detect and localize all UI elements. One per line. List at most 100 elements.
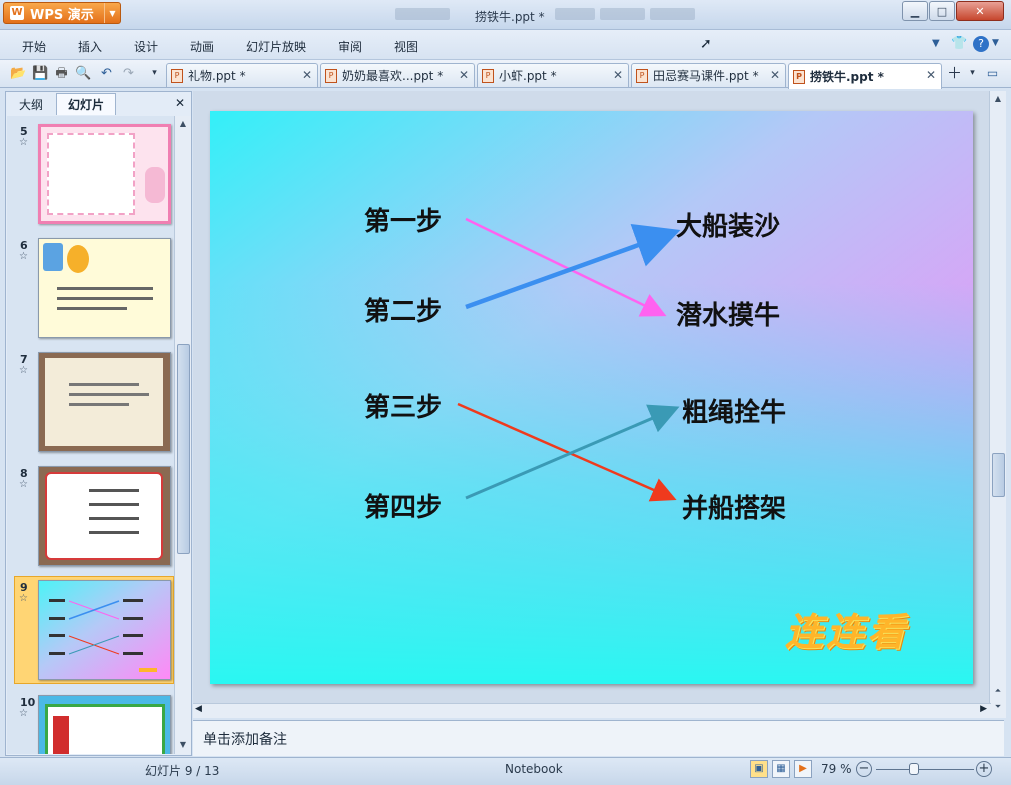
theme-name: Notebook [505, 762, 563, 776]
menu-home[interactable]: 开始 [22, 38, 46, 55]
answer-label-4[interactable]: 并船搭架 [682, 488, 786, 525]
normal-view-icon[interactable]: ▣ [750, 760, 768, 778]
answer-label-3[interactable]: 粗绳拴牛 [682, 392, 786, 429]
blurred-title-fragment [395, 8, 450, 20]
animation-star-icon: ☆ [19, 137, 28, 148]
menu-view[interactable]: 视图 [394, 38, 418, 55]
thumbnail-text-line [69, 383, 139, 386]
answer-label-2[interactable]: 潜水摸牛 [676, 295, 780, 332]
tab-slides[interactable]: 幻灯片 [56, 93, 116, 115]
wps-button-label: WPS 演示 [30, 7, 94, 23]
next-slide-icon[interactable]: ⏷ [990, 699, 1006, 715]
current-slide[interactable]: 第一步 第二步 第三步 第四步 大船装沙 潜水摸牛 粗绳拴牛 并船搭架 连连看 [210, 111, 973, 684]
zoom-slider-track[interactable] [876, 769, 974, 770]
close-button[interactable]: ✕ [956, 1, 1004, 21]
slide-thumbnail-5[interactable] [38, 124, 171, 224]
wps-menu-button[interactable]: W WPS 演示 ▼ [3, 2, 121, 24]
tab-label: 礼物.ppt * [188, 69, 246, 83]
tab-label: 小虾.ppt * [499, 69, 557, 83]
thumbnail-lines [49, 599, 157, 672]
close-icon[interactable]: ✕ [770, 68, 780, 82]
zoom-in-icon[interactable]: + [976, 761, 992, 777]
close-panel-icon[interactable]: ✕ [175, 96, 185, 110]
tab-label: 奶奶最喜欢...ppt * [342, 69, 444, 83]
scrollbar-thumb[interactable] [992, 453, 1005, 497]
step-label-2[interactable]: 第二步 [364, 291, 442, 328]
connector-line-1[interactable] [465, 217, 667, 317]
connector-line-2[interactable] [465, 223, 681, 310]
notes-pane[interactable]: 单击添加备注 [193, 720, 1004, 756]
window-layout-icon[interactable]: ▭ [984, 65, 1001, 82]
scroll-up-icon[interactable]: ▲ [175, 116, 191, 132]
print-preview-icon[interactable]: 🔍 [75, 65, 92, 82]
chevron-down-icon[interactable]: ▾ [964, 65, 981, 82]
menu-insert[interactable]: 插入 [78, 38, 102, 55]
redo-icon[interactable]: ↷ [120, 65, 137, 82]
animation-star-icon: ☆ [19, 479, 28, 490]
scroll-left-icon[interactable]: ◀ [195, 704, 202, 714]
tab-grandma[interactable]: P 奶奶最喜欢...ppt * ✕ [320, 63, 475, 87]
answer-label-1[interactable]: 大船装沙 [676, 206, 780, 243]
step-label-1[interactable]: 第一步 [364, 201, 442, 238]
slide-thumbnail-6[interactable] [38, 238, 171, 338]
shirt-icon[interactable]: 👕 [951, 36, 967, 51]
tab-shrimp[interactable]: P 小虾.ppt * ✕ [477, 63, 629, 87]
notebook-page [45, 358, 163, 446]
chevron-down-icon[interactable]: ▼ [992, 38, 999, 48]
close-icon[interactable]: ✕ [926, 68, 936, 82]
menu-slideshow[interactable]: 幻灯片放映 [246, 38, 306, 55]
slide-thumbnail-10[interactable] [38, 695, 171, 754]
editor-horizontal-scrollbar[interactable]: ◀ ▶ [193, 703, 991, 718]
thumbnail-content-box [47, 133, 135, 215]
customize-toolbar-icon[interactable]: ▾ [146, 65, 163, 82]
step-label-4[interactable]: 第四步 [364, 487, 442, 524]
slide-sorter-icon[interactable]: ▦ [772, 760, 790, 778]
slide-thumbnail-9[interactable] [38, 580, 171, 680]
slide-thumbnail-7[interactable] [38, 352, 171, 452]
step-label-3[interactable]: 第三步 [364, 387, 442, 424]
blurred-title-fragment [555, 8, 595, 20]
blurred-title-fragment [650, 8, 695, 20]
maximize-icon: □ [936, 4, 948, 18]
editor-vertical-scrollbar[interactable]: ▲ ⏶ ⏷ [989, 91, 1006, 718]
tab-horse-race[interactable]: P 田忌赛马课件.ppt * ✕ [631, 63, 786, 87]
tab-gift[interactable]: P 礼物.ppt * ✕ [166, 63, 318, 87]
minimize-button[interactable]: ▁ [902, 1, 928, 21]
scroll-up-icon[interactable]: ▲ [990, 91, 1006, 107]
notes-placeholder: 单击添加备注 [203, 732, 287, 748]
animation-star-icon: ☆ [19, 251, 28, 262]
help-icon[interactable]: ? [973, 36, 989, 52]
maximize-button[interactable]: □ [929, 1, 955, 21]
connector-line-3[interactable] [457, 402, 677, 502]
print-icon[interactable]: 🖶 [53, 65, 70, 82]
tab-iron-ox[interactable]: P 捞铁牛.ppt * ✕ [788, 63, 942, 89]
previous-slide-icon[interactable]: ⏶ [990, 683, 1006, 699]
close-icon[interactable]: ✕ [613, 68, 623, 82]
menu-design[interactable]: 设计 [134, 38, 158, 55]
ppt-file-icon: P [793, 69, 805, 84]
cartoon-girl-image [145, 167, 165, 203]
undo-icon[interactable]: ↶ [98, 65, 115, 82]
window-title: 捞铁牛.ppt * [475, 10, 545, 24]
tab-outline[interactable]: 大纲 [8, 93, 54, 115]
scroll-right-icon[interactable]: ▶ [980, 704, 987, 714]
thumbnail-scrollbar[interactable]: ▲ ▼ [174, 116, 191, 754]
thumbnail-text-line [89, 517, 139, 520]
chevron-down-icon[interactable]: ▼ [104, 3, 120, 23]
new-tab-icon[interactable]: ＋ [946, 65, 963, 82]
lianlian-title-art[interactable]: 连连看 [785, 601, 908, 656]
close-icon[interactable]: ✕ [459, 68, 469, 82]
close-icon[interactable]: ✕ [302, 68, 312, 82]
slide-thumbnail-8[interactable] [38, 466, 171, 566]
slideshow-play-icon[interactable]: ▶ [794, 760, 812, 778]
open-folder-icon[interactable]: 📂 [10, 65, 27, 82]
menu-animation[interactable]: 动画 [190, 38, 214, 55]
zoom-out-icon[interactable]: − [856, 761, 872, 777]
chevron-down-icon[interactable]: ▼ [932, 38, 940, 49]
ppt-file-icon: P [636, 68, 648, 83]
scroll-down-icon[interactable]: ▼ [175, 737, 191, 753]
menu-review[interactable]: 审阅 [338, 38, 362, 55]
scrollbar-thumb[interactable] [177, 344, 190, 554]
zoom-slider-thumb[interactable] [908, 763, 919, 775]
save-icon[interactable]: 💾 [32, 65, 49, 82]
